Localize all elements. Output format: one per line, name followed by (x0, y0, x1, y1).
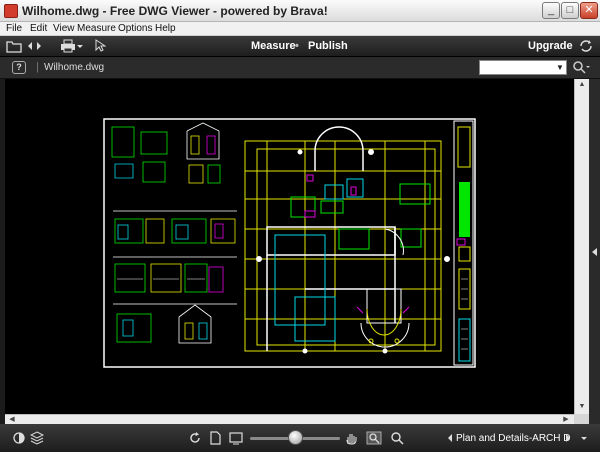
title-bar: Wilhome.dwg - Free DWG Viewer - powered … (0, 0, 600, 22)
detail-group-lower (113, 256, 237, 293)
main-toolbar: Measure • Publish Upgrade (0, 36, 600, 57)
upgrade-button[interactable]: Upgrade (528, 40, 573, 52)
measure-button[interactable]: Measure (251, 40, 296, 52)
title-block-cell (458, 246, 471, 262)
previous-layout-icon[interactable] (447, 431, 453, 445)
chevron-down-icon[interactable]: ▼ (554, 61, 566, 74)
open-folder-icon[interactable] (6, 39, 22, 53)
layers-icon[interactable] (30, 431, 44, 445)
title-block-lower (458, 318, 471, 362)
drawing-canvas[interactable] (5, 79, 574, 414)
print-dropdown-icon[interactable] (77, 39, 83, 53)
minimize-button[interactable]: _ (542, 2, 560, 19)
forward-arrow-icon[interactable] (35, 39, 43, 53)
layout-tab[interactable]: Plan and Details-ARCH D (456, 431, 571, 447)
back-arrow-icon[interactable] (26, 39, 34, 53)
bottom-toolbar: Plan and Details-ARCH D (0, 424, 600, 452)
window-title: Wilhome.dwg - Free DWG Viewer - powered … (22, 4, 328, 18)
document-name: Wilhome.dwg (44, 62, 105, 73)
floor-plan (244, 126, 466, 354)
contrast-icon[interactable] (12, 431, 26, 445)
zoom-area-icon[interactable] (366, 431, 382, 445)
menu-measure[interactable]: Measure (77, 23, 116, 34)
next-layout-icon[interactable] (565, 431, 571, 445)
search-input[interactable]: ▼ (479, 60, 567, 75)
search-icon[interactable] (572, 60, 590, 74)
detail-group-top (111, 122, 221, 184)
title-block-green (459, 182, 470, 237)
maximize-button[interactable]: □ (561, 2, 579, 19)
menu-help[interactable]: Help (155, 23, 176, 34)
scroll-left-icon[interactable]: ◀ (8, 415, 16, 423)
cad-drawing (103, 118, 476, 368)
fit-window-icon[interactable] (228, 431, 244, 445)
menu-edit[interactable]: Edit (30, 23, 47, 34)
scrollbar-corner (574, 414, 589, 424)
print-icon[interactable] (60, 39, 76, 53)
horizontal-scrollbar[interactable]: ◀ ▶ (5, 414, 574, 424)
app-icon (4, 4, 18, 18)
menu-options[interactable]: Options (118, 23, 152, 34)
menu-bar: File Edit View Measure Options Help (0, 22, 600, 36)
publish-button[interactable]: Publish (308, 40, 348, 52)
help-icon[interactable]: ? (12, 61, 26, 74)
side-panel-handle[interactable] (589, 79, 600, 424)
scroll-down-icon[interactable]: ▼ (578, 403, 586, 410)
rotate-icon[interactable] (188, 431, 202, 445)
zoom-icon[interactable] (390, 431, 404, 445)
close-button[interactable]: ✕ (580, 2, 598, 19)
title-block-lines (461, 278, 468, 350)
divider: | (36, 61, 39, 73)
pan-hand-icon[interactable] (344, 431, 358, 445)
document-bar: ? | Wilhome.dwg ▼ (0, 57, 600, 79)
detail-group-mid (113, 210, 237, 244)
vertical-scrollbar[interactable]: ▲ ▼ (574, 79, 589, 414)
menu-view[interactable]: View (53, 23, 75, 34)
collapse-arrow-icon[interactable] (591, 246, 598, 258)
menu-file[interactable]: File (6, 23, 22, 34)
layout-dropdown-icon[interactable] (580, 431, 588, 445)
toolbar-separator: • (295, 40, 299, 52)
title-block-upper (457, 126, 471, 168)
pointer-icon[interactable] (94, 39, 106, 53)
refresh-icon[interactable] (578, 39, 594, 53)
page-icon[interactable] (208, 431, 222, 445)
zoom-slider-thumb[interactable] (287, 430, 303, 445)
scroll-right-icon[interactable]: ▶ (562, 415, 570, 423)
scroll-up-icon[interactable]: ▲ (578, 81, 586, 88)
detail-group-bottom (113, 303, 237, 344)
